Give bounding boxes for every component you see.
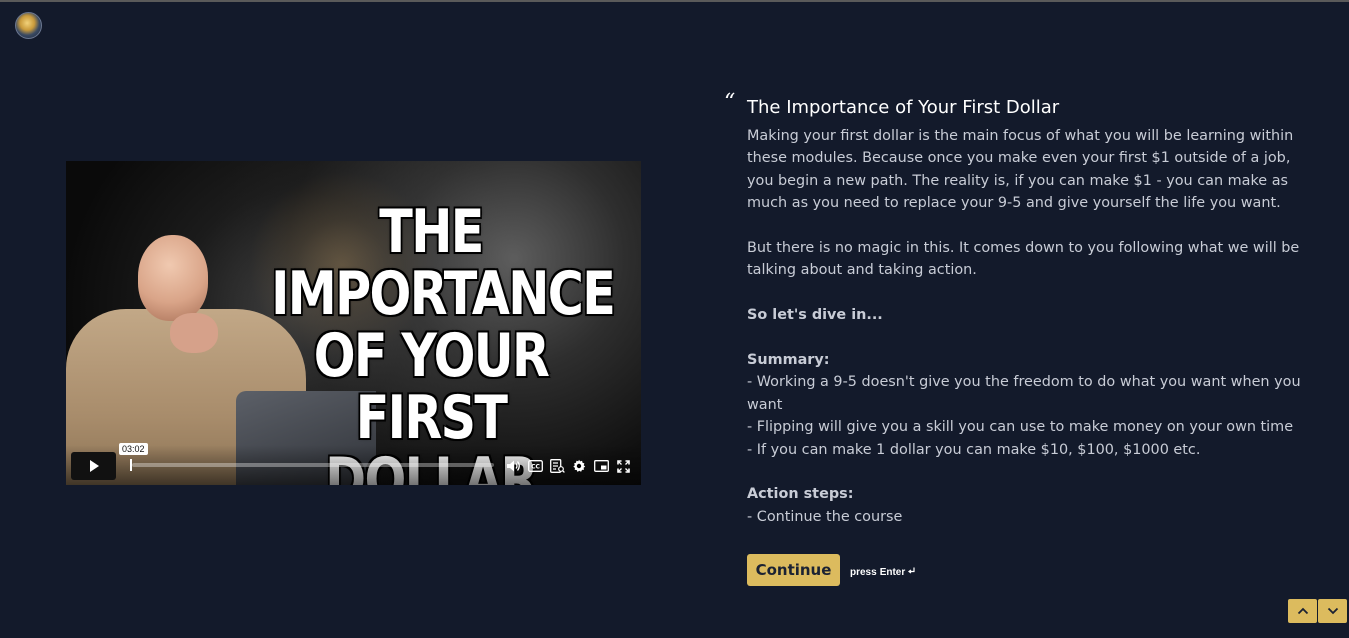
play-button[interactable] <box>71 452 116 480</box>
press-hint-key: Enter <box>879 566 906 578</box>
video-control-icons: CC <box>505 458 631 474</box>
video-controls-bar: 03:02 CC <box>66 443 641 485</box>
seek-bar-handle[interactable] <box>130 459 132 471</box>
lesson-content: The Importance of Your First Dollar Maki… <box>747 95 1317 528</box>
continue-row: Continue press Enter <box>747 554 915 586</box>
action-step-item: - Continue the course <box>747 508 903 525</box>
lesson-paragraph: But there is no magic in this. It comes … <box>747 240 1300 279</box>
brand-logo-icon[interactable] <box>15 12 42 39</box>
lesson-intro: Making your first dollar is the main foc… <box>747 128 1294 212</box>
captions-icon[interactable]: CC <box>527 458 543 474</box>
transcript-icon[interactable] <box>549 458 565 474</box>
navigation-arrows <box>1288 599 1347 623</box>
quote-mark-icon: “ <box>724 90 736 115</box>
previous-button[interactable] <box>1288 599 1317 623</box>
press-hint-prefix: press <box>850 566 877 578</box>
summary-item: - Flipping will give you a skill you can… <box>747 419 1294 436</box>
video-player[interactable]: THE IMPORTANCE OF YOUR FIRST DOLLAR 03:0… <box>66 161 641 485</box>
next-button[interactable] <box>1318 599 1347 623</box>
summary-item: - Working a 9-5 doesn't give you the fre… <box>747 374 1301 413</box>
play-icon <box>87 459 101 473</box>
enter-key-icon <box>908 567 915 578</box>
page: THE IMPORTANCE OF YOUR FIRST DOLLAR 03:0… <box>0 0 1349 638</box>
action-steps-heading: Action steps: <box>747 486 854 503</box>
dive-in-text: So let's dive in... <box>747 307 883 324</box>
fullscreen-icon[interactable] <box>615 458 631 474</box>
lesson-title: The Importance of Your First Dollar <box>747 97 1060 118</box>
thumbnail-title: THE IMPORTANCE OF YOUR FIRST DOLLAR <box>271 197 616 485</box>
volume-icon[interactable] <box>505 458 521 474</box>
continue-button[interactable]: Continue <box>747 554 840 586</box>
gear-icon[interactable] <box>571 458 587 474</box>
chevron-up-icon <box>1297 602 1309 620</box>
current-time-tooltip: 03:02 <box>119 443 148 455</box>
svg-text:CC: CC <box>531 464 540 471</box>
summary-heading: Summary: <box>747 352 830 369</box>
press-enter-hint: press Enter <box>850 567 915 578</box>
summary-item: - If you can make 1 dollar you can make … <box>747 441 1201 458</box>
chevron-down-icon <box>1327 602 1339 620</box>
seek-bar[interactable] <box>130 459 494 471</box>
picture-in-picture-icon[interactable] <box>593 458 609 474</box>
